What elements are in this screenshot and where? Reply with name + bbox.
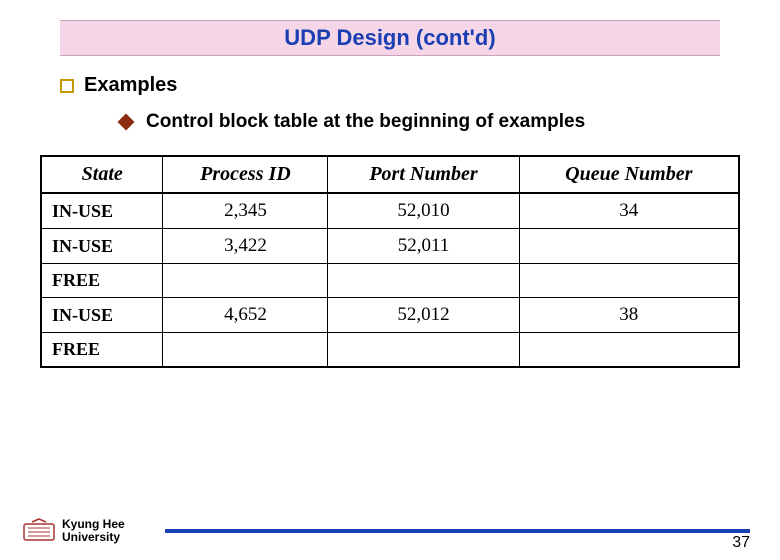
cell-queue: 34 <box>519 193 739 229</box>
university-line1: Kyung Hee <box>62 518 125 531</box>
cell-port: 52,010 <box>328 193 519 229</box>
cell-pid: 4,652 <box>163 298 328 333</box>
subbullet-control-block: Control block table at the beginning of … <box>120 111 780 133</box>
footer-rule <box>165 529 750 533</box>
cell-pid: 2,345 <box>163 193 328 229</box>
cell-queue: 38 <box>519 298 739 333</box>
table-row: FREE <box>41 333 739 368</box>
page-number: 37 <box>732 534 750 552</box>
slide-title: UDP Design (cont'd) <box>284 25 495 50</box>
cell-pid <box>163 264 328 298</box>
table-row: IN-USE 2,345 52,010 34 <box>41 193 739 229</box>
control-block-table-wrap: State Process ID Port Number Queue Numbe… <box>40 155 740 368</box>
col-state: State <box>41 156 163 193</box>
cell-state: IN-USE <box>41 193 163 229</box>
cell-state: FREE <box>41 264 163 298</box>
table-row: FREE <box>41 264 739 298</box>
cell-state: FREE <box>41 333 163 368</box>
col-queue: Queue Number <box>519 156 739 193</box>
cell-pid <box>163 333 328 368</box>
bullet-examples: Examples <box>60 74 780 97</box>
cell-state: IN-USE <box>41 229 163 264</box>
table-header-row: State Process ID Port Number Queue Numbe… <box>41 156 739 193</box>
cell-queue <box>519 229 739 264</box>
cell-port <box>328 333 519 368</box>
cell-queue <box>519 264 739 298</box>
slide-title-bar: UDP Design (cont'd) <box>60 20 720 56</box>
table-row: IN-USE 3,422 52,011 <box>41 229 739 264</box>
cell-port: 52,011 <box>328 229 519 264</box>
col-pid: Process ID <box>163 156 328 193</box>
col-port: Port Number <box>328 156 519 193</box>
cell-state: IN-USE <box>41 298 163 333</box>
cell-port: 52,012 <box>328 298 519 333</box>
university-name: Kyung Hee University <box>62 518 125 544</box>
bullet-examples-label: Examples <box>84 74 177 97</box>
university-line2: University <box>62 531 125 544</box>
control-block-table: State Process ID Port Number Queue Numbe… <box>40 155 740 368</box>
square-bullet-icon <box>60 79 74 93</box>
diamond-bullet-icon <box>118 114 135 131</box>
cell-port <box>328 264 519 298</box>
cell-queue <box>519 333 739 368</box>
subbullet-label: Control block table at the beginning of … <box>146 111 585 133</box>
table-row: IN-USE 4,652 52,012 38 <box>41 298 739 333</box>
slide-footer: Kyung Hee University <box>0 518 780 544</box>
cell-pid: 3,422 <box>163 229 328 264</box>
